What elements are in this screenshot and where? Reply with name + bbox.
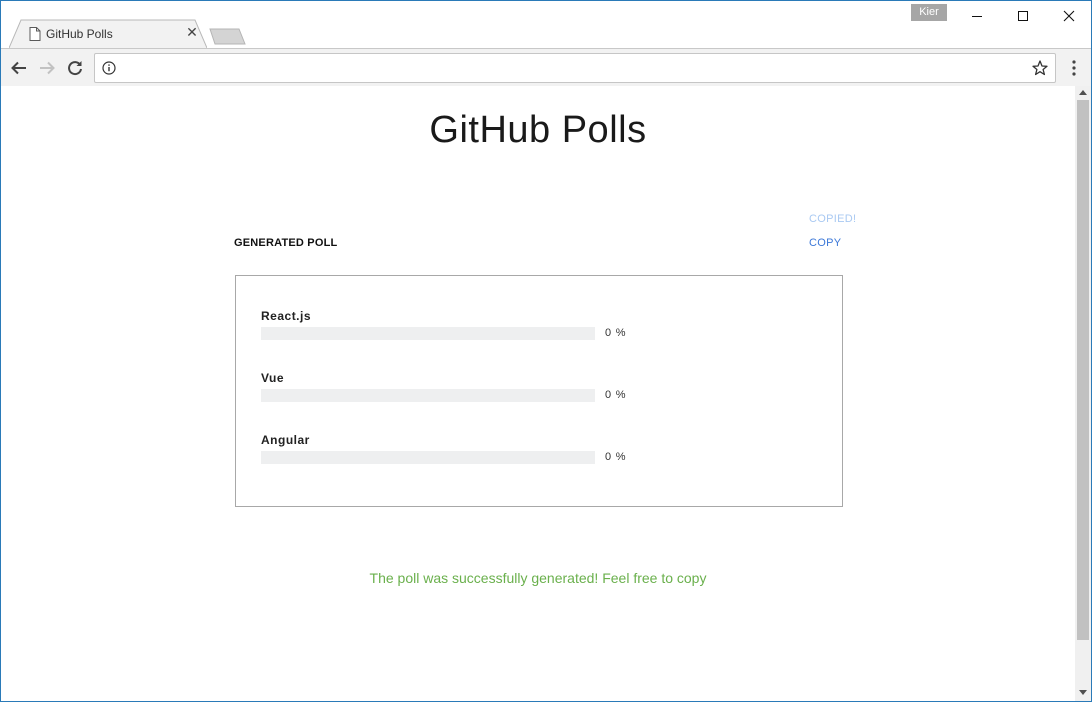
browser-window: GitHub Polls ✕ Kier GitHub Polls COPIED!… [0, 0, 1092, 702]
browser-toolbar [1, 48, 1091, 87]
poll-option: Vue 0 % [261, 371, 641, 411]
poll-option-label: React.js [261, 309, 312, 323]
poll-option-bar [261, 327, 595, 340]
address-bar[interactable] [94, 53, 1056, 83]
poll-option-percent: 0 % [605, 327, 627, 339]
minimize-button[interactable] [954, 1, 1000, 31]
close-icon[interactable]: ✕ [185, 25, 199, 39]
scrollbar[interactable] [1075, 86, 1091, 701]
arrow-right-icon[interactable] [36, 57, 58, 79]
reload-icon[interactable] [64, 57, 86, 79]
new-tab-button[interactable] [209, 28, 247, 45]
copied-label: COPIED! [809, 213, 857, 225]
poll-option: Angular 0 % [261, 433, 641, 473]
poll-option-label: Vue [261, 371, 285, 385]
scroll-down-icon[interactable] [1079, 690, 1087, 695]
star-icon[interactable] [1031, 59, 1049, 77]
scroll-thumb[interactable] [1077, 100, 1089, 640]
poll-option-percent: 0 % [605, 451, 627, 463]
page-content: GitHub Polls COPIED! GENERATED POLL COPY… [1, 86, 1075, 701]
profile-badge[interactable]: Kier [911, 4, 947, 21]
window-close-button[interactable] [1046, 1, 1091, 31]
poll-option-percent: 0 % [605, 389, 627, 401]
poll-option: React.js 0 % [261, 309, 641, 349]
page-title: GitHub Polls [429, 109, 647, 151]
arrow-left-icon[interactable] [8, 57, 30, 79]
scroll-up-icon[interactable] [1079, 90, 1087, 95]
tab-title: GitHub Polls [46, 27, 113, 41]
title-bar: GitHub Polls ✕ Kier [1, 1, 1091, 48]
poll-option-label: Angular [261, 433, 310, 447]
poll-option-bar [261, 451, 595, 464]
copy-button[interactable]: COPY [809, 237, 841, 249]
document-icon [29, 27, 41, 41]
poll-preview: React.js 0 % Vue 0 % Angular 0 % [235, 275, 843, 507]
generated-poll-label: GENERATED POLL [234, 237, 338, 249]
success-message: The poll was successfully generated! Fee… [369, 570, 707, 586]
kebab-menu-icon[interactable] [1065, 57, 1083, 79]
info-icon[interactable] [102, 61, 116, 75]
browser-tab[interactable]: GitHub Polls ✕ [9, 19, 207, 48]
maximize-button[interactable] [1000, 1, 1046, 31]
poll-option-bar [261, 389, 595, 402]
